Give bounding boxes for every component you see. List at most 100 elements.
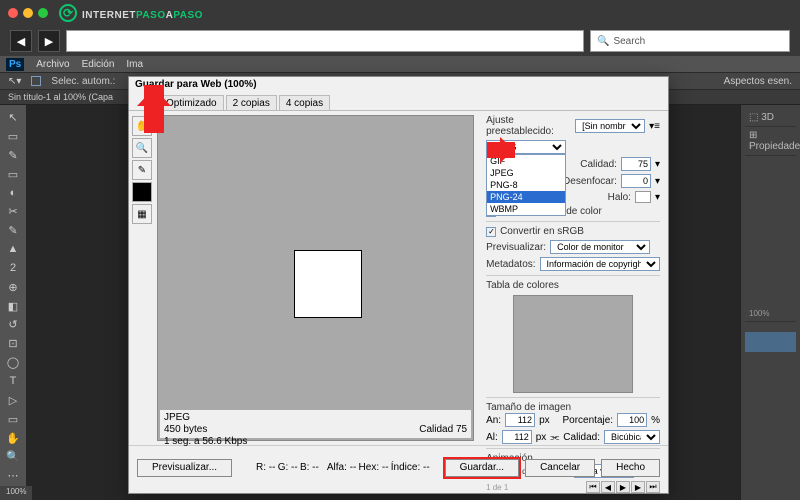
colortable-label: Tabla de colores xyxy=(486,280,660,291)
pv-color[interactable] xyxy=(132,182,152,202)
annotation-arrow-up xyxy=(144,85,164,133)
format-dropdown-open: GIF JPEG PNG-8 PNG-24 WBMP xyxy=(486,154,566,216)
meta-select[interactable]: Información de copyright y de contacto xyxy=(540,257,660,271)
opt-png24[interactable]: PNG-24 xyxy=(487,191,565,203)
menu-archivo[interactable]: Archivo xyxy=(36,59,69,70)
preset-menu-icon[interactable]: ▾≡ xyxy=(649,121,660,132)
tool-shape[interactable]: ▭ xyxy=(4,411,22,428)
status-bar: 100% xyxy=(0,486,32,500)
annotation-arrow-right xyxy=(487,142,515,158)
search-placeholder: Search xyxy=(613,36,645,47)
meta-label: Metadatos: xyxy=(486,259,535,270)
tool-blur[interactable]: ↺ xyxy=(4,316,22,333)
tool-dodge[interactable]: ⊡ xyxy=(4,335,22,352)
height-input[interactable] xyxy=(502,430,532,444)
preview-info: JPEG 450 bytes 1 seg. a 56.6 Kbps Calida… xyxy=(160,410,471,438)
srgb-checkbox[interactable] xyxy=(486,227,496,237)
window-titlebar: ⟳ INTERNETPASOAPASO xyxy=(0,0,800,26)
tool-eyedrop[interactable]: ◐ xyxy=(4,184,22,201)
layer-thumb[interactable] xyxy=(745,332,796,352)
frame-count: 1 de 1 xyxy=(486,483,508,492)
tool-pen[interactable]: ◯ xyxy=(4,354,22,371)
panel-3d[interactable]: ⬚ 3D xyxy=(745,109,796,127)
max-dot[interactable] xyxy=(38,8,48,18)
preview-image xyxy=(294,250,362,318)
tool-zoom[interactable]: 🔍 xyxy=(4,448,22,465)
anim-controls: ⏮◀▶▶⏭ xyxy=(586,481,660,493)
cancel-button[interactable]: Cancelar xyxy=(525,459,595,477)
blur-label: Desenfocar: xyxy=(563,176,617,187)
halo-swatch[interactable] xyxy=(635,191,651,203)
close-dot[interactable] xyxy=(8,8,18,18)
preview-select[interactable]: Color de monitor xyxy=(550,240,650,254)
quality-label: Calidad: xyxy=(580,159,617,170)
height-label: Al: xyxy=(486,432,498,443)
quality-input[interactable] xyxy=(621,157,651,171)
dialog-tabs: Optimizado 2 copias 4 copias xyxy=(129,95,668,111)
tool-crop[interactable]: ▭ xyxy=(4,166,22,183)
width-input[interactable] xyxy=(505,413,535,427)
tool-type[interactable]: T xyxy=(4,373,22,390)
pv-zoom[interactable]: 🔍 xyxy=(132,138,152,158)
search-box[interactable]: 🔍 Search xyxy=(590,30,790,52)
min-dot[interactable] xyxy=(23,8,33,18)
opt-wbmp[interactable]: WBMP xyxy=(487,203,565,215)
back-button[interactable]: ◀ xyxy=(10,30,32,52)
workspace-tab[interactable]: Aspectos esen. xyxy=(724,76,792,87)
autosel-label: Selec. autom.: xyxy=(51,76,115,87)
tool-more[interactable]: ⋯ xyxy=(4,467,22,484)
preview-button[interactable]: Previsualizar... xyxy=(137,459,232,477)
tools-panel: ↖ ▭ ✎ ▭ ◐ ✂ ✎ ▲ 2 ⊕ ◧ ↺ ⊡ ◯ T ▷ ▭ ✋ 🔍 ⋯ xyxy=(0,105,26,500)
right-dock: ⬚ 3D ⊞ Propiedades 100% xyxy=(740,105,800,500)
blur-input[interactable] xyxy=(621,174,651,188)
panel-props[interactable]: ⊞ Propiedades xyxy=(745,127,796,156)
tool-gradient[interactable]: ◧ xyxy=(4,298,22,315)
preview-pane: ✋ 🔍 ✎ ▦ JPEG 450 bytes 1 seg. a 56.6 Kbp… xyxy=(157,115,474,441)
tool-lasso[interactable]: ✎ xyxy=(4,147,22,164)
anim-next[interactable]: ▶ xyxy=(631,481,645,493)
done-button[interactable]: Hecho xyxy=(601,459,660,477)
site-logo: ⟳ xyxy=(59,4,77,22)
halo-label: Halo: xyxy=(608,192,631,203)
tool-brush[interactable]: ✎ xyxy=(4,222,22,239)
dialog-title: Guardar para Web (100%) xyxy=(129,77,668,95)
pv-slice[interactable]: ▦ xyxy=(132,204,152,224)
tool-eraser[interactable]: ⊕ xyxy=(4,279,22,296)
anim-first[interactable]: ⏮ xyxy=(586,481,600,493)
browser-nav: ◀ ▶ 🔍 Search xyxy=(0,26,800,56)
preset-label: Ajuste preestablecido: xyxy=(486,115,571,137)
menu-edicion[interactable]: Edición xyxy=(82,59,115,70)
autosel-checkbox[interactable] xyxy=(31,76,41,86)
save-for-web-dialog: Guardar para Web (100%) Optimizado 2 cop… xyxy=(128,76,669,494)
forward-button[interactable]: ▶ xyxy=(38,30,60,52)
opt-jpeg[interactable]: JPEG xyxy=(487,167,565,179)
tab-2copias[interactable]: 2 copias xyxy=(226,95,277,110)
search-icon: 🔍 xyxy=(597,36,609,47)
menu-ima[interactable]: Ima xyxy=(126,59,143,70)
ps-menu-bar: Ps Archivo Edición Ima xyxy=(0,56,800,72)
tab-4copias[interactable]: 4 copias xyxy=(279,95,330,110)
resample-select[interactable]: Bicúbica xyxy=(604,430,660,444)
srgb-label: Convertir en sRGB xyxy=(500,226,584,237)
tool-history[interactable]: 2 xyxy=(4,260,22,277)
tool-hand[interactable]: ✋ xyxy=(4,430,22,447)
zoom-100[interactable]: 100% xyxy=(745,306,796,322)
site-brand: INTERNETPASOAPASO xyxy=(82,5,203,21)
url-bar[interactable] xyxy=(66,30,584,52)
imgsize-label: Tamaño de imagen xyxy=(486,402,660,413)
tool-stamp[interactable]: ▲ xyxy=(4,241,22,258)
tool-path[interactable]: ▷ xyxy=(4,392,22,409)
pct-input[interactable] xyxy=(617,413,647,427)
width-label: An: xyxy=(486,415,501,426)
anim-play[interactable]: ▶ xyxy=(616,481,630,493)
anim-prev[interactable]: ◀ xyxy=(601,481,615,493)
save-button[interactable]: Guardar... xyxy=(445,459,519,477)
opt-png8[interactable]: PNG-8 xyxy=(487,179,565,191)
tool-move[interactable]: ↖ xyxy=(4,109,22,126)
tool-marquee[interactable]: ▭ xyxy=(4,128,22,145)
anim-last[interactable]: ⏭ xyxy=(646,481,660,493)
preset-select[interactable]: [Sin nombre] xyxy=(575,119,645,133)
tool-heal[interactable]: ✂ xyxy=(4,203,22,220)
pv-eyedrop[interactable]: ✎ xyxy=(132,160,152,180)
pct-label: Porcentaje: xyxy=(563,415,614,426)
